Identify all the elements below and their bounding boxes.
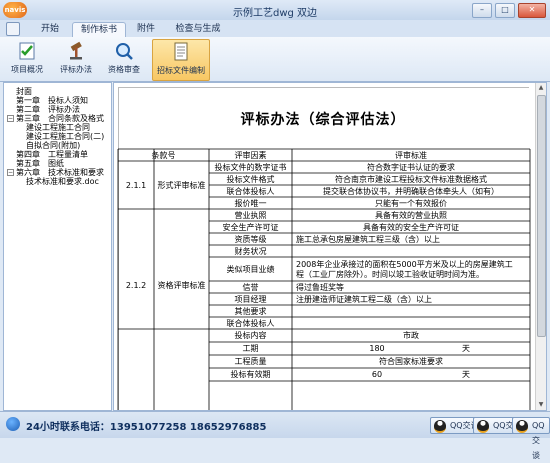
tree-item-chapter2[interactable]: 第二章 评标办法 <box>16 105 80 114</box>
evaluation-method-button[interactable]: 评标办法 <box>56 39 96 79</box>
table-cell-standard: 符合国家标准要求 <box>379 357 443 366</box>
table-cell-factor: 工程质量 <box>234 357 267 366</box>
evaluation-method-label: 评标办法 <box>60 65 92 74</box>
table-cell-factor: 营业执照 <box>234 211 267 220</box>
table-cell-standard: 程（工业厂房除外）。时间以竣工验收证明时间为准。 <box>296 270 484 279</box>
table-cell-factor: 投标文件的数字证书 <box>214 163 287 172</box>
quick-access-icon[interactable] <box>6 22 20 36</box>
tab-check-generate[interactable]: 检查与生成 <box>168 22 228 37</box>
table-cell-standard: 只能有一个有效报价 <box>375 199 447 208</box>
close-button[interactable]: ✕ <box>518 3 546 18</box>
tree-item-cover[interactable]: 封面 <box>16 87 32 96</box>
collapse-toggle-icon[interactable]: − <box>7 169 14 176</box>
table-cell-factor: 投标有效期 <box>230 370 271 379</box>
collapse-toggle-icon[interactable]: − <box>7 115 14 122</box>
header-standard: 评审标准 <box>395 151 427 160</box>
document-icon <box>171 42 191 62</box>
tree-item-contract1[interactable]: 建设工程施工合同 <box>26 123 90 132</box>
section-name: 资格评审标准 <box>157 281 206 290</box>
document-tree: 封面 第一章 投标人须知 第二章 评标办法 − 第三章 合同条款及格式 建设工程… <box>3 82 112 411</box>
table-cell-standard: 180 <box>369 344 385 353</box>
header-clause-no: 条款号 <box>151 151 176 160</box>
scrollbar-thumb[interactable] <box>537 95 546 337</box>
tree-item-chapter3[interactable]: 第三章 合同条款及格式 <box>16 114 104 123</box>
contact-phone: 24小时联系电话：13951077258 18652976885 <box>26 422 267 433</box>
table-cell-standard: 60 <box>371 370 383 379</box>
table-cell-standard: 符合数字证书认证的要求 <box>367 163 455 172</box>
section-number: 2.1.1 <box>125 181 147 190</box>
tree-item-custom-contract[interactable]: 自拟合同(附加) <box>26 141 80 150</box>
status-bar: 24小时联系电话：13951077258 18652976885 QQ交谈 QQ… <box>0 411 550 460</box>
ribbon-tabs: 开始 制作标书 附件 检查与生成 <box>0 20 550 38</box>
qualification-review-button[interactable]: 资格审查 <box>104 39 144 79</box>
table-cell-standard: 符合南京市建设工程投标文件标准数据格式 <box>335 175 487 184</box>
table-cell-factor: 其他要求 <box>234 307 267 316</box>
bid-document-compile-button[interactable]: 招标文件编制 <box>152 39 210 81</box>
tab-start[interactable]: 开始 <box>30 22 70 37</box>
minimize-button[interactable]: – <box>472 3 492 18</box>
checklist-icon <box>17 41 37 61</box>
ribbon-toolbar: 项目概况 评标办法 资格审查 招标文件编制 <box>0 37 550 82</box>
tab-attachments[interactable]: 附件 <box>128 22 164 37</box>
tree-item-contract2[interactable]: 建设工程施工合同(二) <box>26 132 104 141</box>
window-controls: – □ ✕ <box>472 3 546 18</box>
tab-make-bid[interactable]: 制作标书 <box>72 22 126 38</box>
table-cell-factor: 信誉 <box>242 283 259 292</box>
title-bar: navis 示例工艺dwg 双边 – □ ✕ <box>0 0 550 21</box>
tree-item-chapter4[interactable]: 第四章 工程量清单 <box>16 150 88 159</box>
table-cell-factor: 资质等级 <box>234 235 267 244</box>
maximize-button[interactable]: □ <box>495 3 515 18</box>
table-cell-standard: 具备有效的安全生产许可证 <box>363 223 459 232</box>
scroll-up-icon[interactable]: ▲ <box>536 83 546 93</box>
qq-icon <box>477 420 489 433</box>
table-cell-factor: 报价唯一 <box>234 199 267 208</box>
tree-item-chapter6[interactable]: 第六章 技术标准和要求 <box>16 168 104 177</box>
tree-item-chapter1[interactable]: 第一章 投标人须知 <box>16 96 88 105</box>
document-viewer[interactable]: 评标办法（综合评估法） 条款号 评审因素 评审标准 2.1.1 形式评审标准 投… <box>113 82 547 411</box>
table-cell-factor: 联合体投标人 <box>226 187 275 196</box>
qq-chat-label: QQ交谈 <box>532 421 545 460</box>
tree-item-tech-doc[interactable]: 技术标准和要求.doc <box>26 177 99 186</box>
phone-icon <box>6 417 20 431</box>
table-cell-standard: 2008年企业承接过的面积在5000平方米及以上的房屋建筑工 <box>296 260 513 269</box>
table-cell-unit: 天 <box>462 344 470 353</box>
table-cell-standard: 得过鲁班奖等 <box>296 283 344 292</box>
table-cell-unit: 天 <box>462 370 470 379</box>
table-cell-standard: 市政 <box>403 331 419 340</box>
table-cell-factor: 类似项目业绩 <box>226 265 275 274</box>
bid-document-compile-label: 招标文件编制 <box>157 66 205 75</box>
table-cell-standard: 注册建造师证建筑工程二级（含）以上 <box>296 295 432 304</box>
table-cell-factor: 工期 <box>242 344 259 353</box>
scroll-down-icon[interactable]: ▼ <box>536 400 546 410</box>
qualification-review-label: 资格审查 <box>108 65 140 74</box>
vertical-scrollbar[interactable]: ▲ ▼ <box>535 83 546 410</box>
table-cell-standard: 具备有效的营业执照 <box>375 211 447 220</box>
section-name: 形式评审标准 <box>157 181 206 190</box>
project-overview-button[interactable]: 项目概况 <box>4 39 50 79</box>
gavel-icon <box>66 41 86 61</box>
window-title: 示例工艺dwg 双边 <box>232 8 318 19</box>
tree-item-chapter5[interactable]: 第五章 图纸 <box>16 159 64 168</box>
header-factor: 评审因素 <box>234 151 267 160</box>
project-overview-label: 项目概况 <box>11 65 43 74</box>
magnifier-icon <box>114 41 134 61</box>
qq-chat-button[interactable]: QQ交谈 <box>512 417 550 460</box>
table-cell-factor: 联合体投标人 <box>226 319 275 328</box>
section-number: 2.1.2 <box>125 281 147 290</box>
table-cell-factor: 安全生产许可证 <box>222 223 279 232</box>
table-cell-factor: 财务状况 <box>234 247 267 256</box>
table-cell-factor: 项目经理 <box>234 295 267 304</box>
table-cell-standard: 施工总承包房屋建筑工程三级（含）以上 <box>296 235 440 244</box>
qq-icon <box>434 420 446 433</box>
table-cell-standard: 提交联合体协议书，并明确联合体牵头人（如有） <box>323 187 499 196</box>
table-cell-factor: 投标文件格式 <box>226 175 275 184</box>
table-cell-factor: 投标内容 <box>234 331 267 340</box>
qq-icon <box>516 420 528 433</box>
